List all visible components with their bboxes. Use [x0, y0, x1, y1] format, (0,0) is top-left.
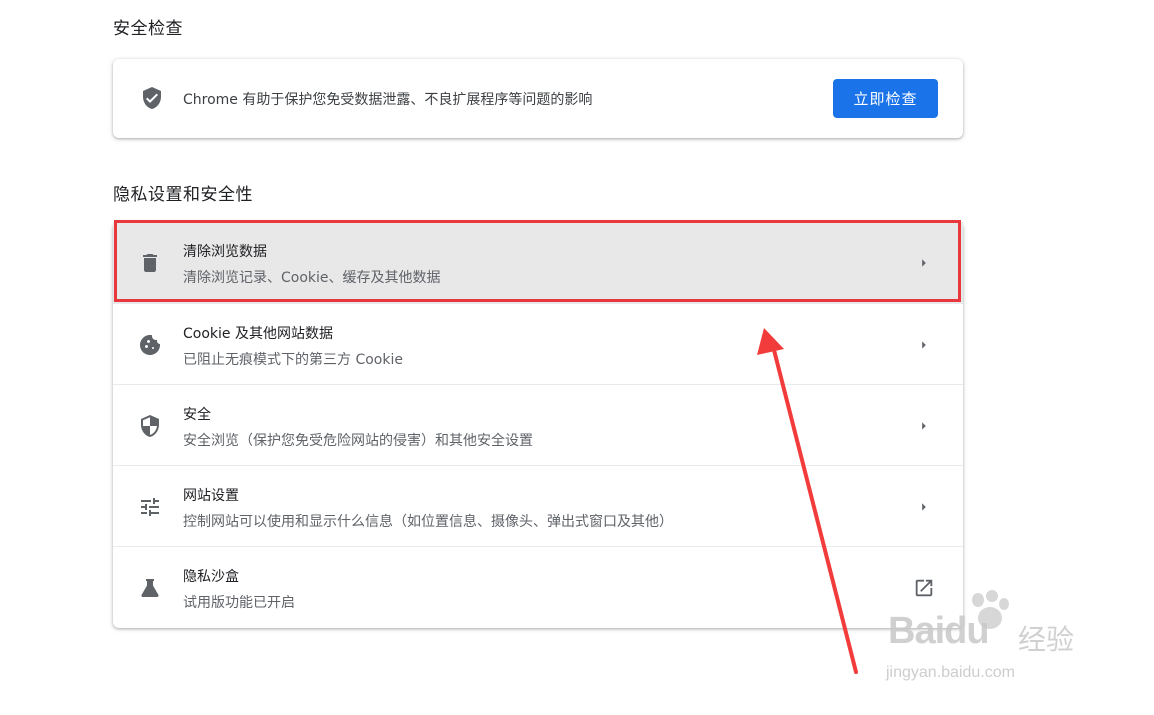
baidu-watermark: Baidu 经验 jingyan.baidu.com [884, 590, 1094, 690]
row-title: 安全 [183, 407, 211, 423]
cookie-icon [140, 334, 161, 355]
row-subtitle: 控制网站可以使用和显示什么信息（如位置信息、摄像头、弹出式窗口及其他） [183, 514, 673, 530]
chevron-right-icon[interactable] [913, 252, 935, 274]
row-subtitle: 已阻止无痕模式下的第三方 Cookie [183, 352, 403, 368]
safety-check-description: Chrome 有助于保护您免受数据泄露、不良扩展程序等问题的影响 [183, 92, 593, 108]
settings-page: 安全检查 Chrome 有助于保护您免受数据泄露、不良扩展程序等问题的影响 立即… [0, 0, 1154, 715]
check-now-button[interactable]: 立即检查 [833, 79, 938, 118]
row-title: 清除浏览数据 [183, 244, 267, 260]
chevron-right-icon[interactable] [913, 415, 935, 437]
watermark-brand: Baidu [888, 610, 990, 652]
shield-check-icon [143, 87, 161, 109]
clear-browsing-data-row[interactable]: 清除浏览数据 清除浏览记录、Cookie、缓存及其他数据 [113, 222, 963, 303]
row-subtitle: 安全浏览（保护您免受危险网站的侵害）和其他安全设置 [183, 433, 533, 449]
privacy-section-title: 隐私设置和安全性 [113, 185, 253, 205]
row-subtitle: 清除浏览记录、Cookie、缓存及其他数据 [183, 270, 441, 286]
privacy-card: 清除浏览数据 清除浏览记录、Cookie、缓存及其他数据 Cookie 及其他网… [113, 222, 963, 628]
chevron-right-icon[interactable] [913, 496, 935, 518]
chevron-right-icon[interactable] [913, 334, 935, 356]
row-subtitle: 试用版功能已开启 [183, 595, 295, 611]
shield-half-icon [141, 415, 159, 437]
row-title: 网站设置 [183, 488, 239, 504]
tune-icon [141, 498, 159, 516]
cookies-row[interactable]: Cookie 及其他网站数据 已阻止无痕模式下的第三方 Cookie [113, 303, 963, 384]
trash-icon [143, 254, 157, 272]
site-settings-row[interactable]: 网站设置 控制网站可以使用和显示什么信息（如位置信息、摄像头、弹出式窗口及其他） [113, 465, 963, 546]
safety-check-card: Chrome 有助于保护您免受数据泄露、不良扩展程序等问题的影响 立即检查 [113, 59, 963, 138]
row-title: Cookie 及其他网站数据 [183, 326, 333, 342]
flask-icon [141, 579, 159, 597]
privacy-sandbox-row[interactable]: 隐私沙盒 试用版功能已开启 [113, 546, 963, 628]
safety-check-title: 安全检查 [113, 19, 183, 39]
watermark-brand-cn: 经验 [1018, 623, 1075, 656]
row-title: 隐私沙盒 [183, 569, 239, 585]
security-row[interactable]: 安全 安全浏览（保护您免受危险网站的侵害）和其他安全设置 [113, 384, 963, 465]
watermark-url: jingyan.baidu.com [886, 664, 1015, 681]
